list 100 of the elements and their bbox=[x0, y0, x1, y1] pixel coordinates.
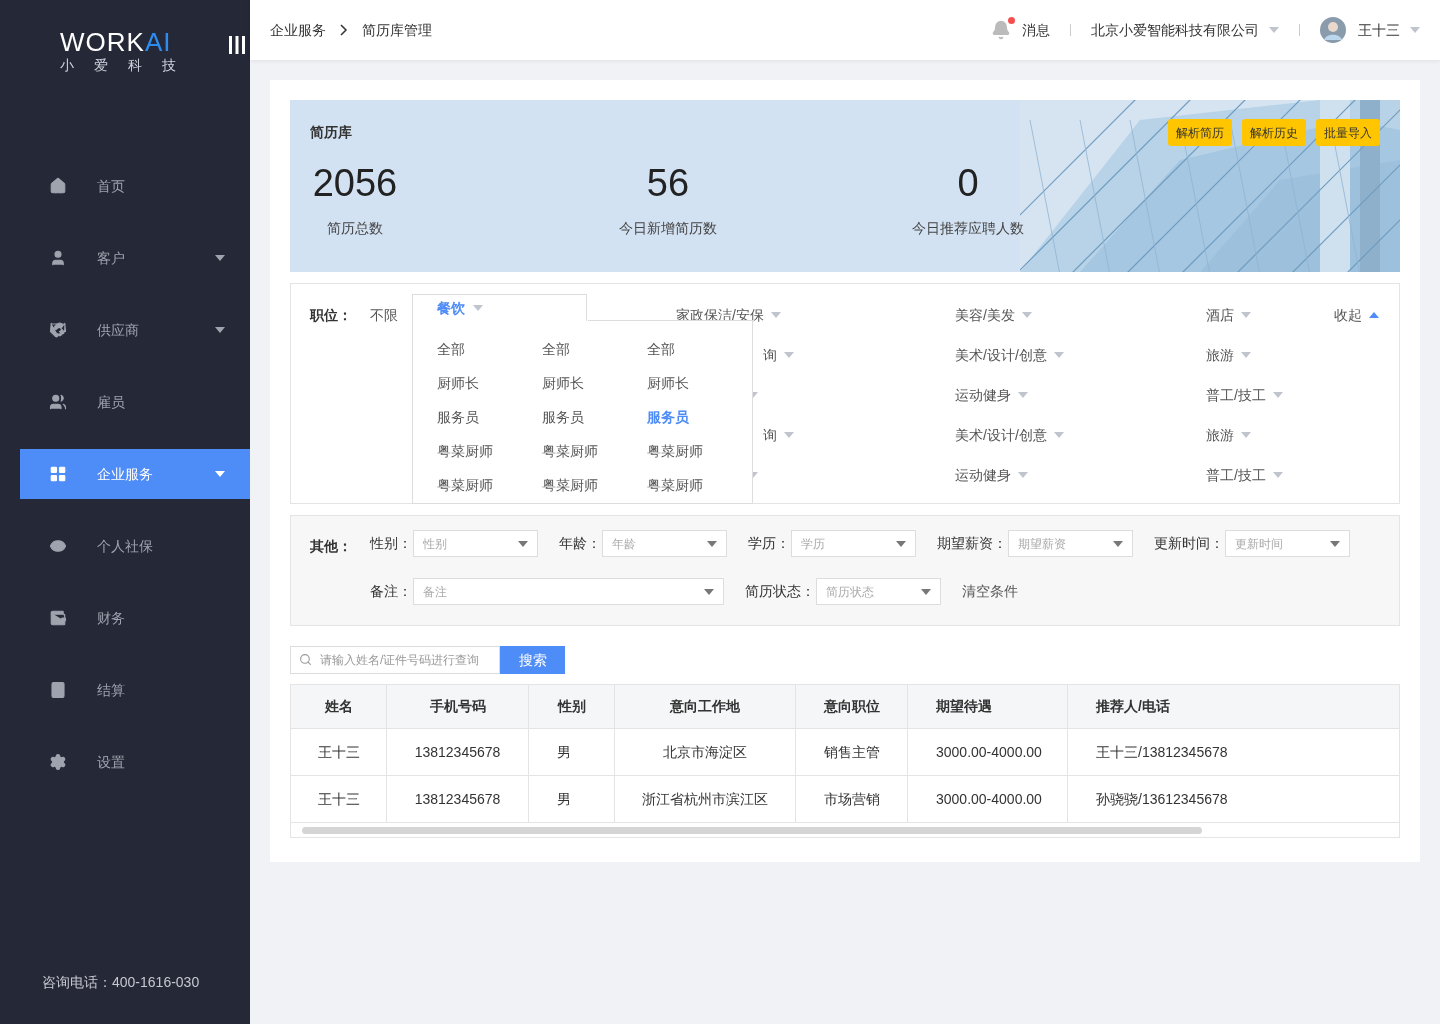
breadcrumb[interactable]: 企业服务 bbox=[270, 19, 326, 41]
bell-icon[interactable] bbox=[991, 20, 1011, 40]
stat-value: 0 bbox=[957, 161, 979, 206]
category-option[interactable]: 美术/设计/创意 bbox=[955, 344, 1047, 366]
subcategory-option[interactable]: 全部 bbox=[437, 339, 542, 359]
subcategory-option[interactable]: 全部 bbox=[647, 339, 752, 359]
stat-value: 56 bbox=[646, 161, 690, 206]
caret-icon bbox=[1269, 27, 1279, 33]
subcategory-option[interactable]: 粤菜厨师 bbox=[542, 475, 647, 495]
caret-icon bbox=[1410, 27, 1420, 33]
subcategory-option[interactable]: 粤菜厨师 bbox=[647, 475, 752, 495]
column-header: 手机号码 bbox=[429, 697, 486, 716]
avatar-icon[interactable] bbox=[1320, 17, 1346, 43]
filter-label: 职位： bbox=[310, 306, 352, 325]
table-cell-text: 市场营销 bbox=[823, 789, 880, 809]
category-option[interactable]: 运动健身 bbox=[955, 464, 1011, 486]
caret-icon bbox=[1053, 432, 1064, 438]
stat-label: 今日新增简历数 bbox=[619, 219, 717, 238]
column-header: 性别 bbox=[557, 697, 586, 716]
nav-item[interactable]: 设置 bbox=[20, 737, 250, 787]
category-option[interactable]: 询 bbox=[763, 344, 777, 366]
table-cell-text: 3000.00-4000.00 bbox=[936, 789, 1042, 809]
subcategory-option[interactable]: 全部 bbox=[542, 339, 647, 359]
table-cell-text: 男 bbox=[557, 742, 571, 762]
search-field[interactable]: 请输入姓名/证件号码进行查询 bbox=[290, 646, 500, 674]
caret-icon bbox=[921, 588, 931, 595]
subcategory-option[interactable]: 粤菜厨师 bbox=[542, 441, 647, 461]
logo-subtitle: 小爱科技 bbox=[60, 56, 196, 74]
clear-filters-link[interactable]: 清空条件 bbox=[962, 581, 1018, 602]
subcategory-option[interactable]: 厨师长 bbox=[437, 373, 542, 393]
column-header: 姓名 bbox=[324, 697, 353, 716]
caret-icon bbox=[1369, 312, 1379, 318]
nav-item[interactable]: 雇员 bbox=[20, 377, 250, 427]
caret-icon bbox=[896, 540, 906, 547]
action-button[interactable]: 解析历史 bbox=[1242, 119, 1306, 146]
caret-icon bbox=[707, 540, 717, 547]
nav-item[interactable]: 客户 bbox=[20, 233, 250, 283]
menu-icon[interactable] bbox=[228, 36, 246, 54]
category-option[interactable]: 旅游 bbox=[1206, 424, 1234, 446]
category-option[interactable]: 询 bbox=[763, 424, 777, 446]
nav-item[interactable]: 供应商 bbox=[20, 305, 250, 355]
category-option[interactable]: 运动健身 bbox=[955, 384, 1011, 406]
table-cell-text: 王十三 bbox=[317, 789, 360, 809]
nav-item[interactable]: 财务 bbox=[20, 593, 250, 643]
caret-icon bbox=[1241, 352, 1251, 358]
users-icon bbox=[49, 393, 67, 411]
subcategory-option[interactable]: 服务员 bbox=[437, 407, 542, 427]
stat-label: 简历总数 bbox=[327, 219, 383, 238]
caret-icon bbox=[704, 588, 714, 595]
category-option[interactable]: 普工/技工 bbox=[1206, 464, 1266, 486]
filter-option[interactable]: 不限 bbox=[370, 305, 398, 326]
handshake-icon bbox=[49, 321, 67, 339]
table-cell-text: 王十三/13812345678 bbox=[1096, 742, 1228, 762]
category-option[interactable]: 美术/设计/创意 bbox=[955, 424, 1047, 446]
caret-icon bbox=[1330, 540, 1340, 547]
column-header: 意向工作地 bbox=[670, 697, 740, 716]
action-button[interactable]: 解析简历 bbox=[1168, 119, 1232, 146]
category-option[interactable]: 旅游 bbox=[1206, 344, 1234, 366]
subcategory-option[interactable]: 厨师长 bbox=[542, 373, 647, 393]
nav-item[interactable]: 结算 bbox=[20, 665, 250, 715]
scrollbar-thumb[interactable] bbox=[302, 826, 1202, 834]
nav-item[interactable]: 首页 bbox=[20, 161, 250, 211]
category-option[interactable]: 美容/美发 bbox=[955, 304, 1015, 326]
messages-link[interactable]: 消息 bbox=[1022, 19, 1050, 41]
home-icon bbox=[49, 177, 67, 195]
caret-icon bbox=[1241, 432, 1251, 438]
caret-icon bbox=[1021, 312, 1032, 318]
subcategory-option[interactable]: 粤菜厨师 bbox=[437, 441, 542, 461]
banner-title: 简历库 bbox=[310, 123, 352, 142]
field-label: 性别： bbox=[370, 534, 412, 553]
field-label: 简历状态： bbox=[745, 582, 815, 601]
user-icon bbox=[49, 249, 67, 267]
field-label: 备注： bbox=[370, 582, 412, 601]
caret-icon bbox=[784, 432, 794, 438]
field-label: 学历： bbox=[748, 534, 790, 553]
subcategory-option[interactable]: 粤菜厨师 bbox=[437, 475, 542, 495]
subcategory-option[interactable]: 厨师长 bbox=[647, 373, 752, 393]
caret-icon bbox=[784, 352, 794, 358]
table-cell-text: 13812345678 bbox=[414, 742, 501, 762]
field-label: 期望薪资： bbox=[937, 534, 1007, 553]
caret-icon bbox=[473, 305, 483, 311]
settings-icon bbox=[49, 753, 67, 771]
logo-wordmark: WORKAI bbox=[60, 28, 172, 56]
company-selector[interactable]: 北京小爱智能科技有限公司 bbox=[1091, 19, 1259, 41]
category-option[interactable]: 酒店 bbox=[1206, 304, 1234, 326]
action-button[interactable]: 批量导入 bbox=[1316, 119, 1380, 146]
table-cell-text: 销售主管 bbox=[823, 742, 880, 762]
field-label: 更新时间： bbox=[1154, 534, 1224, 553]
subcategory-option[interactable]: 服务员 bbox=[542, 407, 647, 427]
user-name[interactable]: 王十三 bbox=[1358, 19, 1400, 41]
column-header: 意向职位 bbox=[823, 697, 880, 716]
table-cell-text: 王十三 bbox=[317, 742, 360, 762]
breadcrumb: 简历库管理 bbox=[362, 20, 432, 40]
table-cell-text: 男 bbox=[557, 789, 571, 809]
subcategory-option[interactable]: 粤菜厨师 bbox=[647, 441, 752, 461]
caret-icon bbox=[1053, 352, 1064, 358]
nav-item[interactable]: 个人社保 bbox=[20, 521, 250, 571]
collapse-link[interactable]: 收起 bbox=[1334, 304, 1362, 326]
category-option[interactable]: 普工/技工 bbox=[1206, 384, 1266, 406]
grid-icon bbox=[49, 465, 67, 483]
